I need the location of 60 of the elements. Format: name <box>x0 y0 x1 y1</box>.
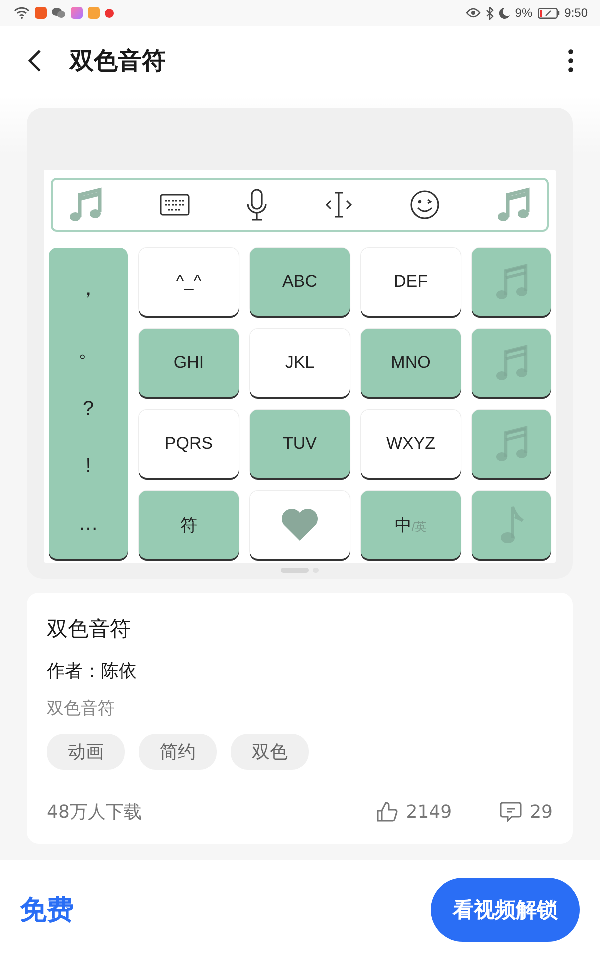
key[interactable]: WXYZ <box>361 410 461 478</box>
key[interactable]: 符 <box>139 491 239 559</box>
skin-name: 双色音符 <box>47 616 131 643</box>
key[interactable]: DEF <box>361 248 461 316</box>
music-note-icon <box>496 187 531 223</box>
moon-icon <box>499 8 510 18</box>
download-count: 48万人下载 <box>47 801 143 824</box>
key[interactable]: ^_^ <box>139 248 239 316</box>
page-title: 双色音符 <box>70 46 167 77</box>
comment-icon[interactable] <box>500 801 522 823</box>
key[interactable]: PQRS <box>139 410 239 478</box>
music-note-icon <box>498 505 524 545</box>
comment-count: 29 <box>530 802 553 822</box>
key[interactable]: GHI <box>139 329 239 397</box>
tag-chip[interactable]: 简约 <box>139 734 217 770</box>
price-label: 免费 <box>20 894 74 928</box>
back-icon[interactable] <box>28 49 42 73</box>
punctuation-mark: 。 <box>78 338 98 364</box>
microphone-icon <box>247 189 268 221</box>
app-icon <box>35 7 47 19</box>
more-icon[interactable] <box>568 49 574 73</box>
punctuation-mark: ! <box>86 455 92 478</box>
description: 双色音符 <box>47 698 115 720</box>
punctuation-mark: ? <box>82 398 94 421</box>
key[interactable] <box>250 491 350 559</box>
clock: 9:50 <box>564 6 588 20</box>
note-key[interactable] <box>472 410 551 478</box>
thumbs-up-icon[interactable] <box>376 801 398 823</box>
smiley-icon <box>410 190 440 220</box>
battery-percent: 9% <box>515 6 533 20</box>
punctuation-mark: … <box>78 512 98 536</box>
key[interactable]: MNO <box>361 329 461 397</box>
tag-chip[interactable]: 动画 <box>47 734 125 770</box>
like-count: 2149 <box>406 802 452 822</box>
chat-icon <box>52 7 66 19</box>
eye-icon <box>466 8 482 18</box>
punctuation-key[interactable]: ， 。 ? ! … <box>49 248 128 559</box>
key[interactable]: JKL <box>250 329 350 397</box>
music-note-icon <box>496 263 528 301</box>
music-note-icon <box>496 344 528 382</box>
battery-icon <box>538 8 560 18</box>
bluetooth-icon <box>486 6 494 20</box>
tag-chip[interactable]: 双色 <box>231 734 309 770</box>
page-indicator[interactable] <box>281 568 309 573</box>
app-icon <box>71 7 83 19</box>
unlock-button[interactable]: 看视频解锁 <box>431 878 580 942</box>
note-key[interactable] <box>472 248 551 316</box>
heart-icon <box>281 508 319 542</box>
note-key[interactable] <box>472 491 551 559</box>
key[interactable]: ABC <box>250 248 350 316</box>
punctuation-mark: ， <box>78 277 98 302</box>
keyboard-icon <box>160 194 190 216</box>
cursor-icon <box>324 191 353 219</box>
record-icon <box>105 8 114 18</box>
music-note-icon <box>496 425 528 463</box>
note-key[interactable] <box>472 329 551 397</box>
author-label: 作者：陈依 <box>47 660 137 683</box>
key[interactable]: TUV <box>250 410 350 478</box>
music-note-icon <box>69 187 103 223</box>
wifi-icon <box>14 7 30 19</box>
